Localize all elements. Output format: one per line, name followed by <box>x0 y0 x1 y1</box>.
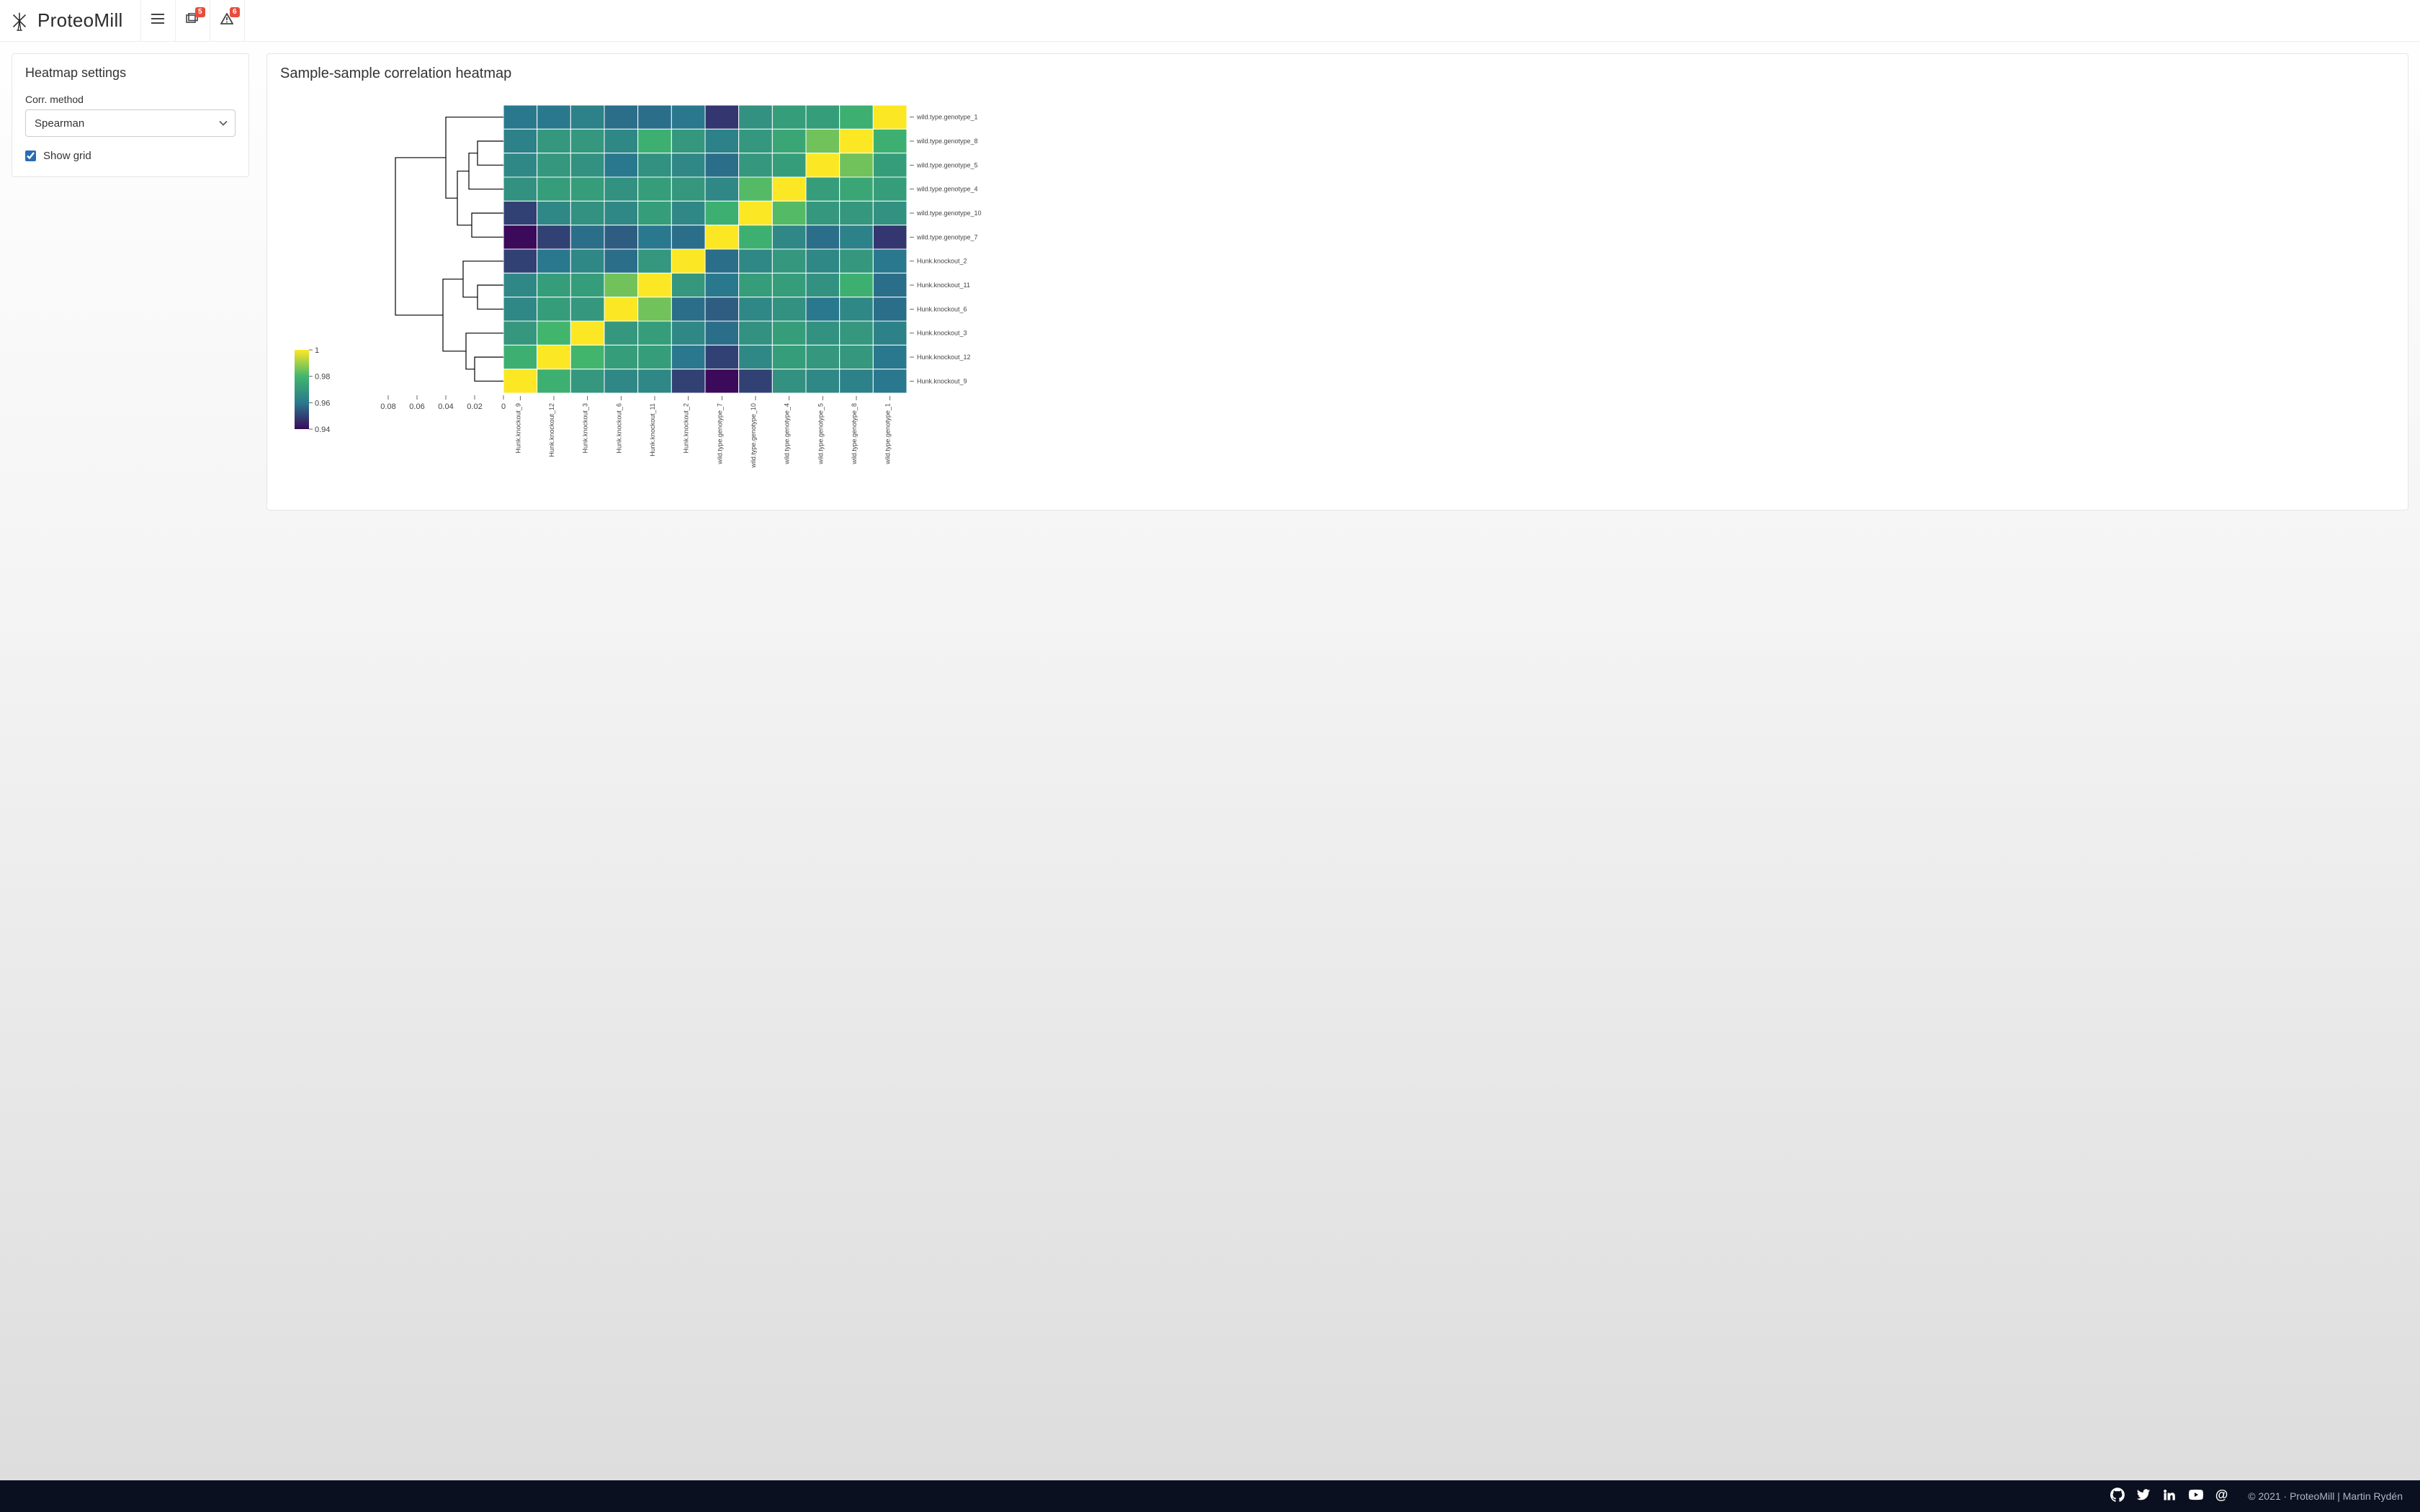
svg-text:0.04: 0.04 <box>438 402 453 411</box>
menu-button[interactable] <box>141 0 176 42</box>
footer-copyright: © 2021 · ProteoMill | Martin Rydén <box>2248 1490 2403 1502</box>
svg-text:0.94: 0.94 <box>315 426 330 434</box>
svg-text:wild.type.genotype_5: wild.type.genotype_5 <box>916 161 978 168</box>
svg-text:0.02: 0.02 <box>467 402 482 411</box>
svg-text:wild.type.genotype_10: wild.type.genotype_10 <box>750 403 757 469</box>
svg-text:Hunk.knockout_12: Hunk.knockout_12 <box>548 403 555 457</box>
windmill-icon <box>9 10 30 32</box>
svg-text:Hunk.knockout_6: Hunk.knockout_6 <box>917 305 967 312</box>
svg-text:wild.type.genotype_1: wild.type.genotype_1 <box>884 403 892 465</box>
page-body: Heatmap settings Corr. method Spearman S… <box>0 42 2420 1480</box>
brand: ProteoMill <box>9 9 140 32</box>
svg-text:Hunk.knockout_11: Hunk.knockout_11 <box>649 403 656 456</box>
alerts-button[interactable]: 6 <box>210 0 245 42</box>
svg-text:wild.type.genotype_7: wild.type.genotype_7 <box>916 233 978 240</box>
settings-panel: Heatmap settings Corr. method Spearman S… <box>12 53 249 177</box>
app-footer: @ © 2021 · ProteoMill | Martin Rydén <box>0 1480 2420 1512</box>
alerts-badge: 6 <box>230 7 240 17</box>
show-grid-label: Show grid <box>43 150 91 162</box>
heatmap-panel: Sample-sample correlation heatmap wild.t… <box>266 53 2408 510</box>
svg-text:Hunk.knockout_3: Hunk.knockout_3 <box>917 330 967 337</box>
brand-name: ProteoMill <box>37 9 123 32</box>
footer-socials: @ <box>2110 1488 2228 1506</box>
svg-text:0.08: 0.08 <box>380 402 395 411</box>
svg-text:Hunk.knockout_6: Hunk.knockout_6 <box>615 403 622 454</box>
corr-method-value: Spearman <box>35 117 84 130</box>
svg-text:Hunk.knockout_3: Hunk.knockout_3 <box>582 403 589 454</box>
svg-text:Hunk.knockout_9: Hunk.knockout_9 <box>514 403 521 454</box>
svg-text:0.98: 0.98 <box>315 373 330 382</box>
notifications-button[interactable]: 5 <box>176 0 210 42</box>
svg-text:Hunk.knockout_12: Hunk.knockout_12 <box>917 354 971 361</box>
header-buttons: 5 6 <box>140 0 245 42</box>
svg-text:Hunk.knockout_2: Hunk.knockout_2 <box>683 403 690 454</box>
svg-text:wild.type.genotype_5: wild.type.genotype_5 <box>817 403 824 465</box>
svg-text:wild.type.genotype_7: wild.type.genotype_7 <box>716 403 723 465</box>
github-icon[interactable] <box>2110 1488 2125 1506</box>
svg-text:Hunk.knockout_2: Hunk.knockout_2 <box>917 258 967 265</box>
corr-method-select[interactable]: Spearman <box>25 109 236 137</box>
svg-text:0: 0 <box>501 402 506 411</box>
svg-text:wild.type.genotype_4: wild.type.genotype_4 <box>916 186 978 193</box>
svg-text:wild.type.genotype_4: wild.type.genotype_4 <box>784 403 791 465</box>
svg-text:wild.type.genotype_8: wild.type.genotype_8 <box>851 403 858 465</box>
twitter-icon[interactable] <box>2136 1488 2151 1506</box>
heatmap-plot[interactable]: wild.type.genotype_1 wild.type.genotype_8… <box>280 91 2395 494</box>
svg-text:wild.type.genotype_8: wild.type.genotype_8 <box>916 138 978 145</box>
svg-text:wild.type.genotype_10: wild.type.genotype_10 <box>916 210 982 217</box>
app-header: ProteoMill 5 6 <box>0 0 2420 42</box>
at-icon[interactable]: @ <box>2215 1488 2228 1506</box>
svg-text:wild.type.genotype_1: wild.type.genotype_1 <box>916 114 978 121</box>
notifications-badge: 5 <box>195 7 205 17</box>
svg-text:0.96: 0.96 <box>315 399 330 408</box>
svg-text:Hunk.knockout_11: Hunk.knockout_11 <box>917 282 970 289</box>
heatmap-title: Sample-sample correlation heatmap <box>280 66 2395 82</box>
linkedin-icon[interactable] <box>2162 1488 2177 1506</box>
youtube-icon[interactable] <box>2188 1488 2204 1506</box>
svg-text:0.06: 0.06 <box>409 402 424 411</box>
svg-text:1: 1 <box>315 346 319 355</box>
show-grid-checkbox[interactable] <box>25 150 36 161</box>
settings-title: Heatmap settings <box>25 66 236 81</box>
chevron-down-icon <box>219 117 228 130</box>
show-grid-row[interactable]: Show grid <box>25 150 236 162</box>
svg-text:Hunk.knockout_9: Hunk.knockout_9 <box>917 377 967 384</box>
corr-method-label: Corr. method <box>25 94 236 105</box>
hamburger-icon <box>151 14 164 27</box>
